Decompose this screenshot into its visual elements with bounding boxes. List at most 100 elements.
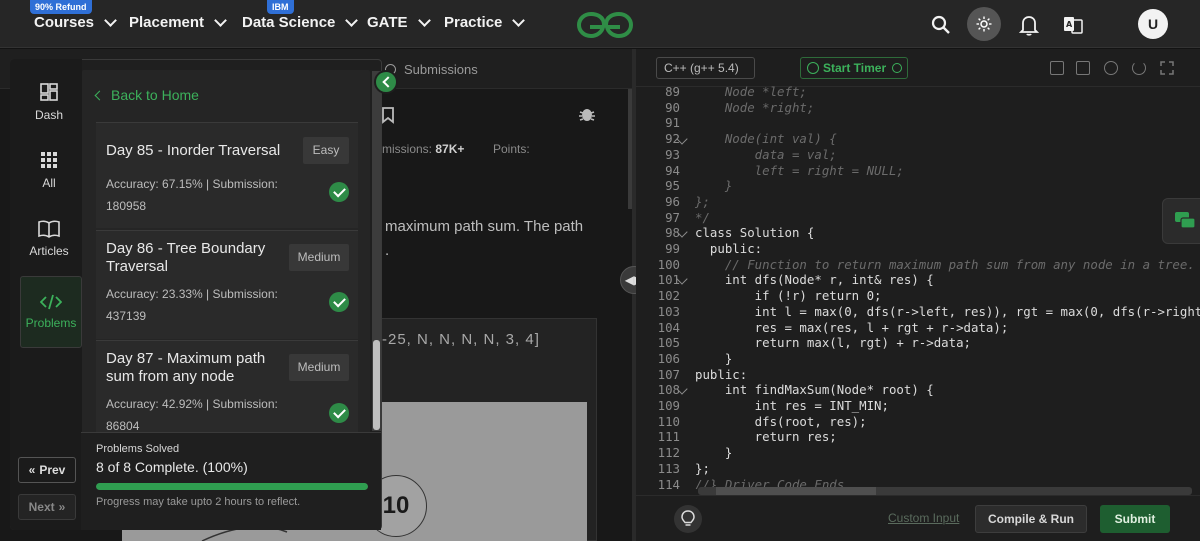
difficulty-badge: Medium [289, 244, 349, 271]
line-number: 93 [665, 146, 680, 162]
day-title-line: sum from any node [106, 368, 235, 385]
code-line[interactable]: 93 data = val; [640, 147, 837, 163]
code-text: int findMaxSum(Node* root) { [695, 382, 934, 398]
submission-count: 437139 [106, 309, 147, 323]
fullscreen-icon[interactable] [1160, 61, 1174, 75]
line-number: 107 [657, 366, 680, 382]
code-line[interactable]: 89 Node *left; [640, 84, 807, 100]
code-line[interactable]: 112 } [640, 445, 733, 461]
submissions-meta-label: missions: [382, 142, 433, 156]
code-line[interactable]: 102 if (!r) return 0; [640, 288, 882, 304]
code-text: }; [695, 193, 710, 209]
tab-submissions[interactable]: Submissions [385, 62, 478, 77]
code-line[interactable]: 90 Node *right; [640, 100, 814, 116]
code-line[interactable]: 113}; [640, 461, 710, 477]
accuracy-info: Accuracy: 42.92% | Submission: 86804 [106, 393, 306, 437]
line-number: 109 [657, 398, 680, 413]
check-icon [329, 292, 349, 312]
code-text: if (!r) return 0; [695, 288, 882, 304]
custom-input-link[interactable]: Custom Input [888, 511, 959, 525]
double-chevron-left-icon: « [28, 463, 36, 477]
chat-button[interactable] [1162, 198, 1200, 244]
progress-bar [96, 483, 368, 490]
day-title: Day 85 - Inorder Traversal [106, 142, 281, 159]
code-line[interactable]: 94 left = right = NULL; [640, 163, 904, 179]
reset-icon[interactable] [1132, 61, 1146, 75]
compile-run-button[interactable]: Compile & Run [975, 505, 1087, 533]
accuracy-info: Accuracy: 23.33% | Submission: 437139 [106, 283, 306, 327]
list-scroll-thumb[interactable] [373, 340, 380, 430]
code-line[interactable]: 92 Node(int val) { [640, 131, 837, 147]
copy-icon[interactable] [1050, 61, 1064, 75]
nav-placement-label: Placement [129, 14, 205, 31]
code-line[interactable]: 103 int l = max(0, dfs(r->left, res)), r… [640, 304, 1200, 320]
code-line[interactable]: 106 } [640, 351, 733, 367]
submit-button[interactable]: Submit [1100, 505, 1170, 533]
sidebar-item-dash[interactable]: Dash [18, 72, 80, 132]
nav-courses[interactable]: Courses [34, 13, 117, 31]
nav-data-science[interactable]: Data Science [242, 13, 359, 31]
start-timer-button[interactable]: Start Timer [800, 57, 908, 79]
chevron-down-icon [417, 13, 431, 27]
code-line[interactable]: 96}; [640, 194, 710, 210]
line-number: 98 [665, 225, 680, 241]
bug-report-icon[interactable] [578, 105, 596, 123]
bell-icon[interactable] [1014, 10, 1044, 40]
bookmark-icon[interactable] [381, 107, 395, 124]
code-line[interactable]: 100 // Function to return maximum path s… [640, 257, 1195, 273]
accuracy-line: Accuracy: 42.92% | Submission: [106, 397, 278, 411]
lightbulb-icon[interactable] [674, 505, 702, 533]
line-number: 100 [657, 256, 680, 272]
code-text: Node *right; [695, 99, 815, 115]
timer-icon [807, 62, 819, 74]
code-line[interactable]: 111 return res; [640, 429, 837, 445]
collapse-drawer-icon[interactable] [374, 70, 398, 94]
chevron-down-icon [345, 13, 359, 27]
avatar[interactable]: U [1138, 9, 1168, 39]
code-line[interactable]: 107 public: [640, 366, 748, 383]
nav-courses-label: Courses [34, 14, 95, 31]
code-text: public: [695, 366, 748, 382]
file-export-icon[interactable] [1076, 61, 1090, 75]
back-to-home-link[interactable]: Back to Home [94, 87, 199, 103]
next-button[interactable]: Next » [18, 494, 76, 520]
code-line[interactable]: 95 } [640, 178, 732, 194]
settings-icon[interactable] [1104, 61, 1118, 75]
ibm-badge: IBM [267, 0, 294, 14]
code-line[interactable]: 105 return max(l, rgt) + r->data; [640, 335, 971, 351]
code-area[interactable]: 89 Node *left; 90 Node *right; 91 92 Node(i… [640, 84, 1200, 489]
code-line[interactable]: 109 int res = INT_MIN; [640, 398, 889, 414]
sidebar-item-all[interactable]: All [18, 140, 80, 200]
nav-placement[interactable]: Placement [129, 13, 227, 31]
sidebar-item-label: All [42, 176, 56, 190]
nav-gate[interactable]: GATE [367, 13, 431, 31]
code-line[interactable]: 110 dfs(root, res); [640, 414, 867, 430]
search-icon[interactable] [926, 10, 956, 40]
sidebar-item-articles[interactable]: Articles [18, 209, 80, 269]
code-line[interactable]: 99 public: [640, 241, 762, 257]
code-scroll-thumb[interactable] [716, 487, 876, 495]
chevron-left-icon [94, 90, 105, 100]
code-text: public: [695, 241, 763, 256]
language-select[interactable]: C++ (g++ 5.4) [656, 57, 755, 79]
code-line[interactable]: 104 res = max(res, l + rgt + r->data); [640, 320, 1009, 336]
code-line[interactable]: 98 class Solution { [640, 225, 814, 241]
gfg-logo-icon[interactable] [576, 10, 634, 40]
line-number: 108 [657, 382, 680, 398]
line-number: 102 [657, 288, 680, 304]
day-title-line: Traversal [106, 258, 168, 275]
line-number: 103 [657, 303, 680, 319]
prev-button[interactable]: « Prev [18, 457, 76, 483]
theme-toggle-icon[interactable] [967, 7, 1001, 41]
check-icon [329, 182, 349, 202]
nav-practice[interactable]: Practice [444, 13, 526, 31]
code-text: class Solution { [695, 225, 815, 241]
line-number: 110 [657, 413, 680, 429]
sidebar-item-label: Articles [29, 244, 69, 258]
code-line[interactable]: 97 */ [640, 210, 710, 226]
sidebar-item-problems[interactable]: Problems [20, 276, 82, 348]
submission-count: 180958 [106, 199, 147, 213]
code-line[interactable]: 91 [640, 115, 695, 131]
translate-icon[interactable]: A [1058, 10, 1088, 40]
problem-statement-line: . [385, 242, 390, 259]
